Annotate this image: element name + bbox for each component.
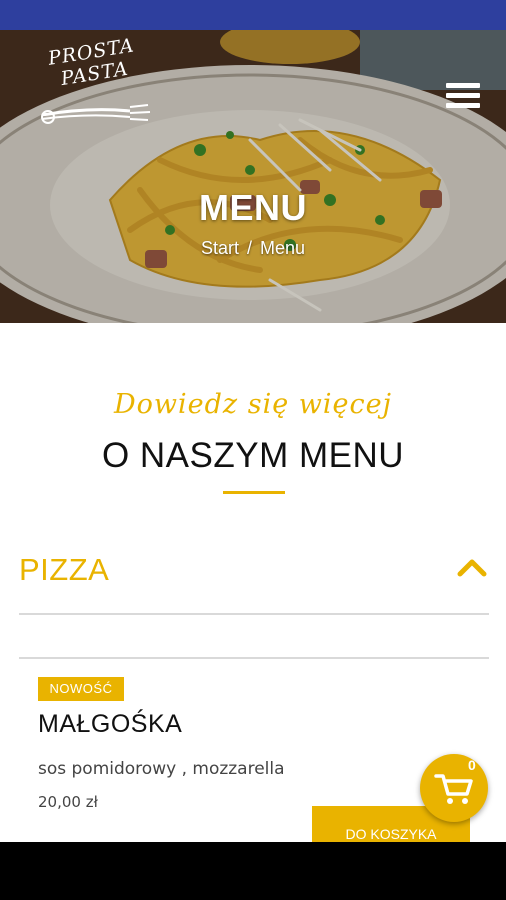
divider — [19, 613, 489, 615]
hamburger-line — [446, 93, 480, 98]
title-underline — [223, 491, 285, 494]
hamburger-line — [446, 83, 480, 88]
status-bar — [0, 0, 506, 30]
section-title: O NASZYM MENU — [101, 436, 405, 475]
fork-icon — [41, 104, 151, 124]
menu-item-price: 20,00 zł — [38, 793, 98, 811]
breadcrumb-start-link[interactable]: Start — [201, 238, 239, 258]
section-subtitle: Dowiedz się więcej — [114, 389, 392, 420]
new-badge: NOWOŚĆ — [38, 677, 124, 701]
cart-button[interactable] — [420, 754, 488, 822]
page-title: MENU — [199, 187, 307, 228]
logo[interactable]: PROSTA PASTA — [18, 33, 168, 133]
cart-count-badge: 0 — [468, 757, 476, 773]
category-label: PIZZA — [19, 552, 110, 587]
chevron-up-icon[interactable] — [457, 557, 487, 577]
breadcrumb-current: Menu — [260, 238, 306, 258]
hamburger-line — [446, 103, 480, 108]
breadcrumb-separator: / — [246, 238, 252, 258]
category-pizza-header[interactable]: PIZZA — [19, 540, 489, 615]
hamburger-menu-icon[interactable] — [446, 83, 480, 111]
divider — [19, 657, 489, 659]
shopping-cart-icon — [434, 774, 473, 804]
breadcrumb: Start / Menu — [0, 238, 506, 259]
menu-item-description: sos pomidorowy , mozzarella — [38, 759, 285, 779]
menu-item-name: MAŁGOŚKA — [38, 710, 183, 738]
system-navigation-bar — [0, 842, 506, 900]
logo-text: PROSTA PASTA — [46, 34, 136, 91]
